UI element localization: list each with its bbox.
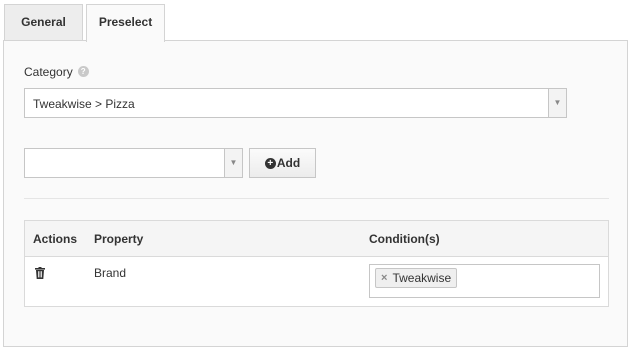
tab-preselect[interactable]: Preselect: [86, 4, 165, 42]
divider: [24, 198, 609, 199]
add-button[interactable]: + Add: [249, 148, 316, 178]
question-icon[interactable]: ?: [77, 66, 89, 78]
category-select[interactable]: Tweakwise > Pizza ▼: [24, 88, 567, 118]
preselect-table: Actions Property Condition(s) Brand × Twe…: [24, 220, 609, 307]
table-row: Brand × Tweakwise: [25, 257, 608, 306]
property-value: Brand: [94, 266, 127, 280]
trash-icon[interactable]: [35, 267, 45, 279]
header-conditions: Condition(s): [369, 232, 440, 246]
chevron-down-icon[interactable]: ▼: [548, 89, 566, 117]
conditions-input[interactable]: × Tweakwise: [369, 264, 600, 298]
plus-circle-icon: +: [264, 157, 276, 169]
chevron-down-icon[interactable]: ▼: [224, 149, 242, 177]
add-button-label: Add: [276, 156, 301, 170]
property-select[interactable]: ▼: [24, 148, 243, 178]
remove-tag-icon[interactable]: ×: [381, 272, 387, 284]
header-property: Property: [94, 232, 144, 246]
condition-tag: × Tweakwise: [375, 268, 458, 288]
header-actions: Actions: [33, 232, 78, 246]
preselect-panel: Category? Tweakwise > Pizza ▼ ▼ + Add Act…: [3, 40, 628, 347]
condition-tag-label: Tweakwise: [392, 271, 452, 285]
category-label-row: Category?: [24, 65, 89, 79]
tab-general[interactable]: General: [4, 4, 83, 40]
table-header: Actions Property Condition(s): [25, 221, 608, 257]
category-select-value: Tweakwise > Pizza: [33, 97, 135, 111]
category-label: Category: [24, 65, 73, 79]
